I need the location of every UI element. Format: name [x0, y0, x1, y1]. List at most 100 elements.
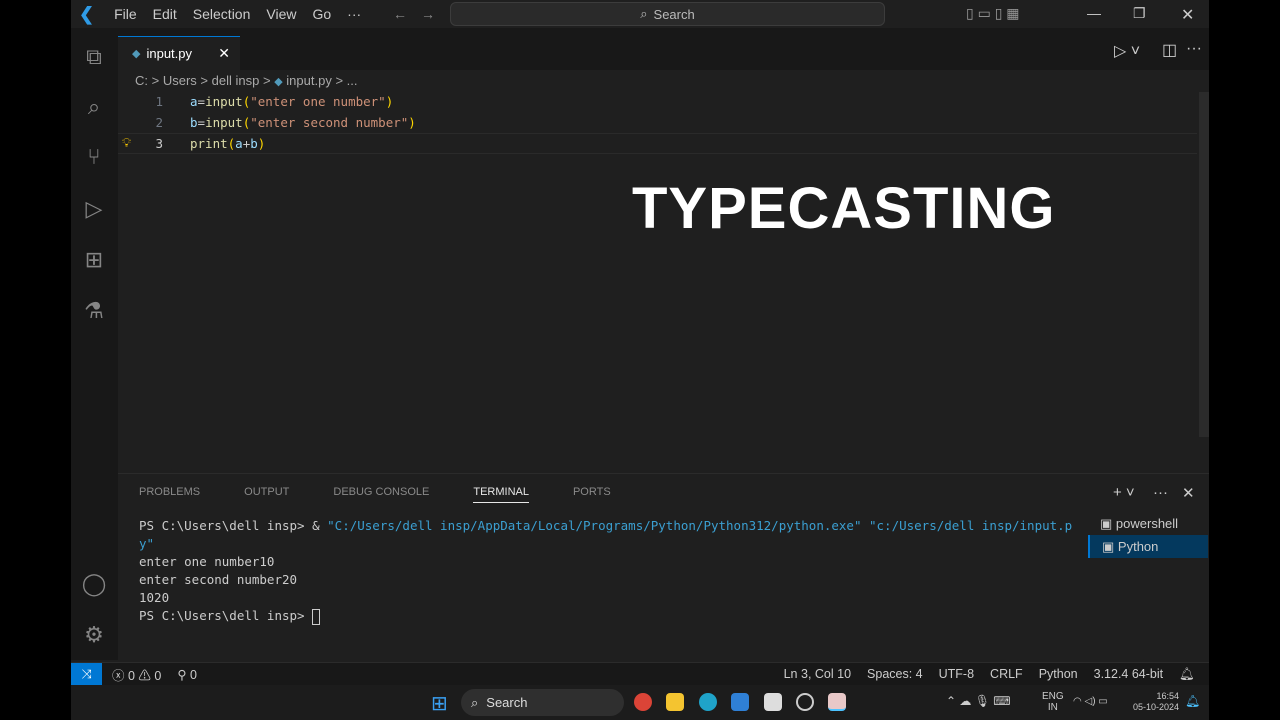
- more-actions-icon[interactable]: ···: [1186, 40, 1202, 58]
- command-center-search[interactable]: ⌕ Search: [450, 2, 885, 26]
- ports-status[interactable]: ⚲ 0: [177, 667, 197, 682]
- line-ending[interactable]: CRLF: [990, 667, 1023, 681]
- cursor-position[interactable]: Ln 3, Col 10: [784, 667, 851, 681]
- terminal-cursor: [312, 608, 321, 625]
- file-explorer-icon[interactable]: [666, 693, 684, 711]
- code-editor[interactable]: 1 a=input("enter one number") 2 b=input("en…: [118, 92, 1197, 154]
- back-arrow-icon[interactable]: ←: [393, 6, 407, 22]
- python-file-icon: ◆: [132, 48, 141, 60]
- editor-scrollbar[interactable]: [1199, 92, 1209, 437]
- clock[interactable]: 16:54 05-10-2024: [1129, 691, 1179, 713]
- split-editor-icon[interactable]: ◫: [1162, 40, 1177, 60]
- video-overlay-title: TYPECASTING: [632, 176, 1056, 241]
- code-token: a: [190, 94, 198, 109]
- indentation[interactable]: Spaces: 4: [867, 667, 923, 681]
- run-python-file-icon[interactable]: ▷ ˅: [1114, 41, 1140, 61]
- terminal-icon: ▣: [1100, 516, 1116, 531]
- breadcrumb: C: > Users > dell insp > ◆ input.py > ..…: [135, 73, 358, 88]
- terminal-item-python[interactable]: ▣ Python: [1088, 535, 1208, 558]
- title-bar: ❮ File Edit Selection View Go ··· ← → ⌕ S…: [71, 0, 1209, 28]
- line-number: 3: [155, 136, 163, 151]
- terminal-output[interactable]: PS C:\Users\dell insp> & "C:/Users/dell …: [139, 517, 1074, 625]
- activity-bar: ⧉ ⌕ ⑂ ▷ ⊞ ⚗ ◯ ⚙: [71, 28, 118, 660]
- search-icon: ⌕: [640, 6, 648, 21]
- tab-output[interactable]: OUTPUT: [244, 486, 289, 503]
- menu-selection[interactable]: Selection: [185, 6, 259, 22]
- tab-problems[interactable]: PROBLEMS: [139, 486, 200, 503]
- dell-icon[interactable]: [796, 693, 814, 711]
- language-mode[interactable]: Python: [1039, 667, 1078, 681]
- recorder-icon[interactable]: [828, 693, 846, 711]
- chrome-icon[interactable]: [634, 693, 652, 711]
- close-panel-icon[interactable]: ✕: [1182, 484, 1195, 502]
- account-icon[interactable]: ◯: [81, 571, 107, 597]
- python-interpreter[interactable]: 3.12.4 64-bit: [1094, 667, 1164, 681]
- line-number: 1: [155, 94, 163, 109]
- layout-icons[interactable]: ▯ ▭ ▯ ▦: [966, 5, 1020, 22]
- remote-icon[interactable]: ⤨: [71, 663, 102, 685]
- maximize-button[interactable]: ❐: [1133, 5, 1146, 22]
- menu-file[interactable]: File: [106, 6, 145, 22]
- menu-more[interactable]: ···: [339, 6, 369, 22]
- code-token: ): [257, 136, 266, 151]
- vscode-taskbar-icon[interactable]: [731, 693, 749, 711]
- encoding[interactable]: UTF-8: [939, 667, 974, 681]
- search-icon[interactable]: ⌕: [81, 94, 107, 120]
- menu-edit[interactable]: Edit: [145, 6, 185, 22]
- code-text: a=input("enter one number"): [190, 92, 393, 113]
- code-line[interactable]: 💡︎ 3 print(a+b): [118, 133, 1197, 154]
- code-token: ): [385, 94, 394, 109]
- editor-tabs: ◆ input.py ✕ ▷ ˅ ◫ ···: [118, 28, 1209, 70]
- settings-gear-icon[interactable]: ⚙: [81, 622, 107, 648]
- more-actions-icon[interactable]: ···: [1153, 484, 1168, 501]
- status-bar: ⤨ ⓧ 0 ⚠ 0 ⚲ 0 Ln 3, Col 10 Spaces: 4 UTF…: [71, 662, 1209, 685]
- network-volume-battery[interactable]: ◠ ◁) ▭: [1073, 696, 1108, 707]
- notification-icon[interactable]: 🔔︎: [1185, 695, 1200, 707]
- windows-taskbar: ⊞ ⌕ Search ⌃ ☁ 🎙︎ ⌨ ENG IN ◠ ◁) ▭ 16:54 05-…: [71, 685, 1209, 720]
- forward-arrow-icon[interactable]: →: [421, 6, 435, 22]
- code-token: "enter one number": [250, 94, 386, 109]
- tab-ports[interactable]: PORTS: [573, 486, 611, 503]
- code-token: =: [197, 114, 206, 130]
- terminal-item-powershell[interactable]: ▣ powershell: [1088, 512, 1208, 535]
- windows-start-icon[interactable]: ⊞: [431, 691, 448, 716]
- code-token: a: [235, 136, 243, 151]
- code-token: ): [408, 114, 416, 130]
- terminal-list: ▣ powershell ▣ Python: [1088, 512, 1208, 558]
- tab-input-py[interactable]: ◆ input.py ✕: [118, 36, 240, 70]
- problems-status[interactable]: ⓧ 0 ⚠ 0: [112, 665, 161, 684]
- vscode-logo-icon: ❮: [79, 3, 95, 24]
- line-number: 2: [155, 114, 163, 130]
- code-text: b=input("enter second number"): [190, 113, 416, 134]
- code-token: input: [205, 114, 243, 130]
- code-line[interactable]: 2 b=input("enter second number"): [118, 113, 1197, 134]
- code-token: input: [205, 94, 243, 109]
- run-debug-icon[interactable]: ▷: [81, 196, 107, 222]
- python-file-icon: ◆: [274, 76, 283, 88]
- code-token: b: [190, 114, 198, 130]
- close-window-button[interactable]: ✕: [1181, 5, 1194, 25]
- language-indicator[interactable]: ENG IN: [1042, 691, 1064, 713]
- menu-view[interactable]: View: [258, 6, 304, 22]
- taskbar-search[interactable]: ⌕ Search: [461, 689, 624, 716]
- tab-debug-console[interactable]: DEBUG CONSOLE: [333, 486, 429, 503]
- new-terminal-icon[interactable]: + ˅: [1113, 484, 1135, 501]
- testing-icon[interactable]: ⚗: [81, 298, 107, 324]
- tab-terminal[interactable]: TERMINAL: [473, 486, 529, 503]
- notifications-bell-icon[interactable]: 🔔︎: [1179, 667, 1195, 682]
- minimize-button[interactable]: —: [1087, 5, 1101, 21]
- terminal-icon: ▣: [1102, 539, 1118, 554]
- menu-go[interactable]: Go: [304, 6, 339, 22]
- edge-icon[interactable]: [699, 693, 717, 711]
- explorer-icon[interactable]: ⧉: [81, 44, 107, 70]
- store-icon[interactable]: [764, 693, 782, 711]
- extensions-icon[interactable]: ⊞: [81, 247, 107, 273]
- code-token: =: [197, 94, 206, 109]
- source-control-icon[interactable]: ⑂: [81, 144, 107, 170]
- code-line[interactable]: 1 a=input("enter one number"): [118, 92, 1197, 113]
- bottom-panel: PROBLEMS OUTPUT DEBUG CONSOLE TERMINAL P…: [118, 473, 1209, 662]
- search-icon: ⌕: [471, 694, 479, 710]
- tray-icons[interactable]: ⌃ ☁ 🎙︎ ⌨: [946, 695, 1011, 707]
- code-token: print: [190, 136, 228, 151]
- close-tab-icon[interactable]: ✕: [218, 45, 230, 62]
